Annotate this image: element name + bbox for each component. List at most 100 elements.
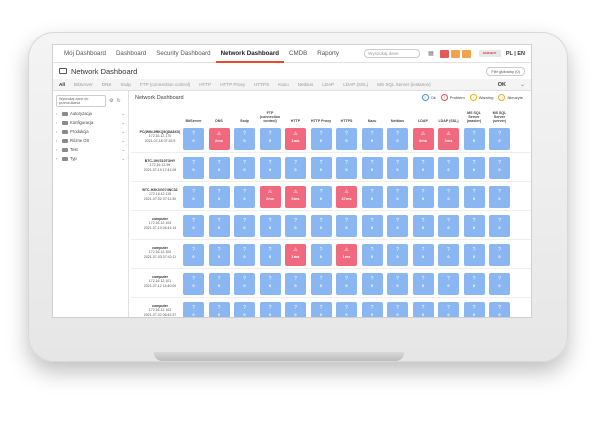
status-cell[interactable]: ⚠ 1ms: [336, 244, 357, 266]
grid-icon[interactable]: ▦: [428, 50, 434, 57]
expand-icon[interactable]: ⌄: [122, 147, 125, 152]
protocol-tab[interactable]: HTTPS: [254, 82, 269, 87]
protocol-tab[interactable]: LDAP (SSL): [343, 82, 368, 87]
sidebar-tree-item[interactable]: › Konfiguracja ⌄: [56, 120, 125, 125]
status-cell[interactable]: ? 0: [208, 244, 230, 266]
status-cell[interactable]: ? 0: [208, 186, 230, 208]
protocol-tab[interactable]: HTTP Proxy: [220, 82, 245, 87]
chevron-down-icon[interactable]: ⌄: [520, 81, 525, 88]
status-cell[interactable]: ? 0: [234, 128, 255, 150]
status-cell[interactable]: ? 0: [183, 157, 204, 179]
status-cell[interactable]: ? 0: [412, 157, 434, 179]
status-cell[interactable]: ? 0: [259, 302, 281, 317]
status-cell[interactable]: ? 0: [489, 273, 510, 295]
nav-tab[interactable]: Network Dashboard: [215, 45, 285, 63]
nav-tab[interactable]: Mój Dashboard: [59, 45, 111, 63]
status-cell[interactable]: ? 0: [438, 215, 459, 237]
status-cell[interactable]: ? 0: [208, 273, 230, 295]
status-cell[interactable]: ? 0: [310, 128, 332, 150]
protocol-tab[interactable]: FTP (connection control): [140, 82, 190, 87]
status-cell[interactable]: ⚠ 3ms: [438, 128, 459, 150]
notification-flag-icon[interactable]: [439, 49, 449, 58]
status-cell[interactable]: ? 0: [336, 128, 357, 150]
refresh-icon[interactable]: ↻: [116, 98, 120, 104]
status-cell[interactable]: ? 0: [463, 128, 485, 150]
status-cell[interactable]: ? 0: [183, 128, 204, 150]
status-cell[interactable]: ? 0: [438, 244, 459, 266]
status-cell[interactable]: ? 0: [412, 244, 434, 266]
status-cell[interactable]: ? 0: [387, 273, 408, 295]
status-cell[interactable]: ? 0: [208, 215, 230, 237]
expand-icon[interactable]: ⌄: [122, 120, 125, 125]
status-cell[interactable]: ? 0: [463, 244, 485, 266]
status-cell[interactable]: ? 0: [361, 186, 383, 208]
expand-icon[interactable]: ⌄: [122, 129, 125, 134]
protocol-tab[interactable]: Ssdp: [120, 82, 130, 87]
status-cell[interactable]: ? 0: [234, 302, 255, 317]
status-cell[interactable]: ? 0: [387, 186, 408, 208]
language-switch[interactable]: PL | EN: [506, 51, 525, 57]
status-cell[interactable]: ? 0: [387, 128, 408, 150]
settings-icon[interactable]: ⚙: [109, 98, 113, 104]
status-cell[interactable]: ? 0: [387, 244, 408, 266]
status-cell[interactable]: ? 0: [412, 215, 434, 237]
status-cell[interactable]: ? 0: [336, 273, 357, 295]
status-cell[interactable]: ? 0: [361, 128, 383, 150]
status-cell[interactable]: ? 0: [438, 186, 459, 208]
status-cell[interactable]: ? 0: [412, 186, 434, 208]
protocol-tab[interactable]: Netbios: [298, 82, 314, 87]
nav-tab[interactable]: Security Dashboard: [151, 45, 215, 63]
status-cell[interactable]: ? 0: [234, 215, 255, 237]
nav-tab[interactable]: Raporty: [312, 45, 344, 63]
expand-icon[interactable]: ⌄: [122, 111, 125, 116]
status-cell[interactable]: ? 0: [412, 273, 434, 295]
status-cell[interactable]: ? 0: [463, 273, 485, 295]
protocol-tab[interactable]: MS SQL Server (instance): [377, 82, 430, 87]
status-cell[interactable]: ? 0: [259, 215, 281, 237]
expand-icon[interactable]: ⌄: [122, 156, 125, 161]
status-cell[interactable]: ? 0: [183, 302, 204, 317]
status-cell[interactable]: ? 0: [336, 302, 357, 317]
status-cell[interactable]: ? 0: [310, 244, 332, 266]
status-cell[interactable]: ? 0: [208, 157, 230, 179]
notification-flag-icon[interactable]: [461, 49, 471, 58]
status-cell[interactable]: ? 0: [361, 157, 383, 179]
status-cell[interactable]: ? 0: [463, 215, 485, 237]
status-cell[interactable]: ? 0: [438, 273, 459, 295]
status-cell[interactable]: ? 0: [310, 273, 332, 295]
status-cell[interactable]: ? 0: [259, 157, 281, 179]
protocol-tab[interactable]: HTTP: [199, 82, 211, 87]
status-cell[interactable]: ? 0: [310, 186, 332, 208]
status-cell[interactable]: ? 0: [438, 302, 459, 317]
sidebar-filter-input[interactable]: Wyszukaj dane do przeszukania: [56, 95, 106, 107]
protocol-tab[interactable]: Kazu: [278, 82, 288, 87]
status-cell[interactable]: ? 0: [234, 273, 255, 295]
status-cell[interactable]: ? 0: [285, 273, 306, 295]
status-cell[interactable]: ? 0: [310, 157, 332, 179]
status-cell[interactable]: ? 0: [463, 157, 485, 179]
status-cell[interactable]: ? 0: [285, 302, 306, 317]
status-cell[interactable]: ⚠ 2ms: [208, 128, 230, 150]
status-cell[interactable]: ? 0: [438, 157, 459, 179]
status-cell[interactable]: ? 0: [336, 215, 357, 237]
global-filter-select[interactable]: Filtr globalny (0): [486, 66, 525, 76]
status-cell[interactable]: ? 0: [234, 157, 255, 179]
status-cell[interactable]: ? 0: [285, 215, 306, 237]
nav-tab[interactable]: Dashboard: [111, 45, 151, 63]
status-cell[interactable]: ? 0: [208, 302, 230, 317]
status-cell[interactable]: ? 0: [310, 302, 332, 317]
notification-flag-icon[interactable]: [450, 49, 460, 58]
search-input[interactable]: Wyszukaj dane: [364, 49, 421, 58]
status-cell[interactable]: ? 0: [489, 157, 510, 179]
protocol-tab[interactable]: BitServer: [74, 82, 93, 87]
status-cell[interactable]: ⚠ 6ms: [285, 186, 306, 208]
sidebar-tree-item[interactable]: › Test ⌄: [56, 147, 125, 152]
status-cell[interactable]: ? 0: [234, 186, 255, 208]
sidebar-tree-item[interactable]: › Produkcja ⌄: [56, 129, 125, 134]
status-cell[interactable]: ? 0: [310, 215, 332, 237]
status-cell[interactable]: ? 0: [183, 186, 204, 208]
status-cell[interactable]: ? 0: [412, 302, 434, 317]
protocol-tab[interactable]: DNS: [102, 82, 112, 87]
status-cell[interactable]: ? 0: [361, 273, 383, 295]
nav-tab[interactable]: CMDB: [284, 45, 312, 63]
